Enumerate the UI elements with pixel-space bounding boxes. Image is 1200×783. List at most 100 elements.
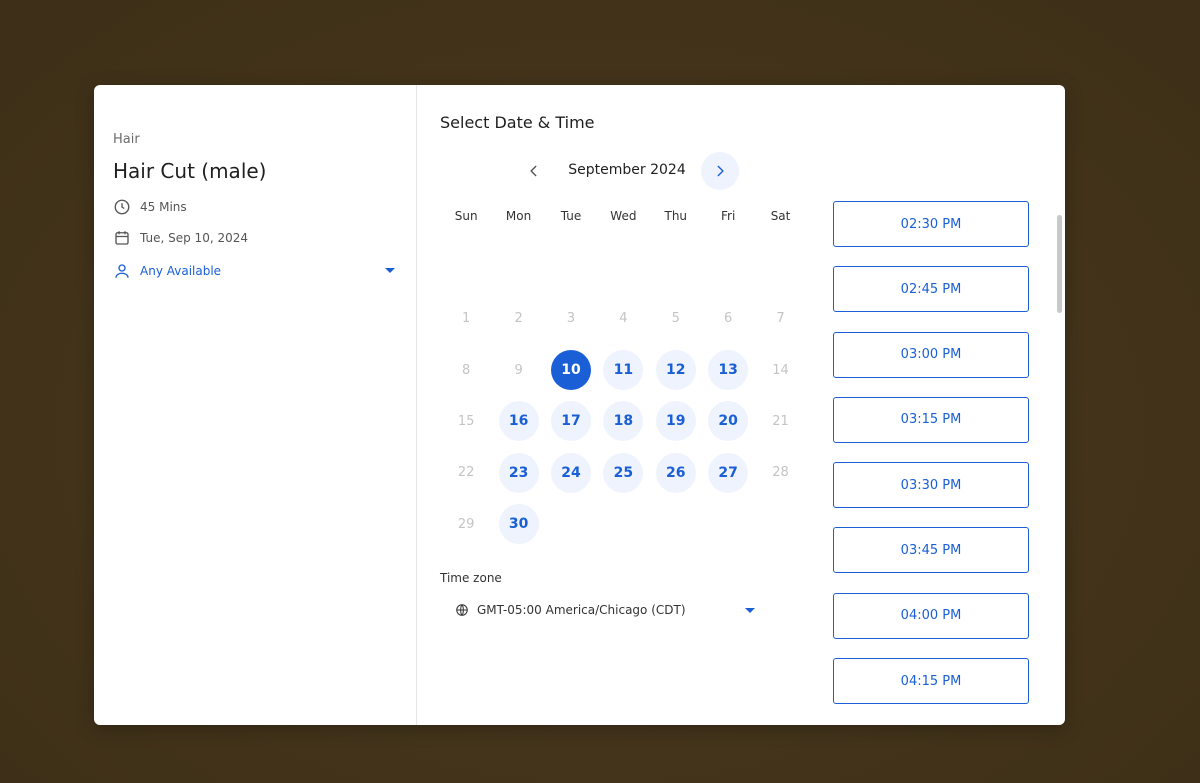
timezone-value: GMT-05:00 America/Chicago (CDT) [477, 603, 686, 617]
calendar-day[interactable]: 16 [492, 396, 544, 447]
next-month-button[interactable] [701, 152, 739, 190]
calendar-day-label: 11 [603, 350, 644, 391]
slots-scrollbar[interactable] [1057, 215, 1062, 313]
weekday-label: Wed [610, 209, 637, 223]
calendar-day-label: 26 [655, 452, 696, 493]
calendar-day: 5 [650, 293, 702, 344]
calendar-day[interactable]: 17 [545, 396, 597, 447]
calendar-day[interactable]: 19 [650, 396, 702, 447]
service-summary-panel: Hair Hair Cut (male) 45 Mins Tue, Sep 10… [94, 85, 417, 725]
calendar-day[interactable]: 11 [597, 344, 649, 395]
time-slot-button[interactable]: 03:30 PM [833, 462, 1029, 509]
calendar-day[interactable]: 12 [650, 344, 702, 395]
calendar-day[interactable]: 27 [702, 447, 754, 498]
calendar-day-label: 15 [457, 413, 475, 429]
calendar-days: 1 2 3 4 5 6 7 8 9 10 11 12 13 14 15 16 17 18 19 20 21 22 23 24 2… [440, 293, 806, 550]
calendar-day: 14 [754, 344, 806, 395]
calendar-day-label: 24 [550, 452, 591, 493]
month-navigation: September 2024 [515, 152, 741, 190]
weekday-label: Sat [770, 209, 791, 223]
calendar-day[interactable]: 30 [492, 499, 544, 550]
duration-row: 45 Mins [113, 198, 187, 216]
chevron-down-icon [385, 268, 395, 273]
time-slot-button[interactable]: 02:45 PM [833, 266, 1029, 313]
calendar-day[interactable]: 25 [597, 447, 649, 498]
calendar-day: 15 [440, 396, 492, 447]
timezone-label: Time zone [440, 571, 502, 585]
time-slot-button[interactable]: 03:00 PM [833, 331, 1029, 378]
calendar-day: 4 [597, 293, 649, 344]
service-title: Hair Cut (male) [113, 159, 267, 183]
chevron-left-icon [530, 165, 537, 177]
calendar-day-label: 21 [772, 413, 789, 429]
calendar-day[interactable]: 18 [597, 396, 649, 447]
service-category: Hair [113, 132, 140, 147]
calendar-day: 21 [754, 396, 806, 447]
time-slot-button[interactable]: 02:30 PM [833, 201, 1029, 247]
calendar-day[interactable]: 13 [702, 344, 754, 395]
time-slot-button[interactable]: 04:00 PM [833, 592, 1029, 639]
calendar-day: 22 [440, 447, 492, 498]
calendar-day[interactable]: 23 [492, 447, 544, 498]
date-text: Tue, Sep 10, 2024 [140, 231, 248, 245]
calendar-day[interactable]: 10 [545, 344, 597, 395]
calendar-day-label: 7 [776, 311, 785, 327]
calendar-day-label: 8 [462, 362, 471, 378]
calendar-day: 29 [440, 499, 492, 550]
calendar-day[interactable]: 24 [545, 447, 597, 498]
calendar-day-label: 14 [772, 362, 789, 378]
calendar-day-label: 28 [772, 465, 789, 481]
date-row: Tue, Sep 10, 2024 [113, 229, 248, 247]
timezone-select[interactable]: GMT-05:00 America/Chicago (CDT) [455, 600, 755, 620]
chevron-down-icon [745, 608, 755, 613]
duration-text: 45 Mins [140, 200, 187, 214]
calendar-day[interactable]: 26 [650, 447, 702, 498]
clock-icon [114, 199, 130, 215]
calendar-day-label: 19 [655, 401, 696, 442]
calendar-day: 1 [440, 293, 492, 344]
calendar-day: 6 [702, 293, 754, 344]
calendar-day-label: 1 [462, 311, 471, 327]
calendar-day-label: 17 [550, 401, 591, 442]
staff-select[interactable]: Any Available [113, 262, 395, 280]
time-slot-button[interactable]: 03:15 PM [833, 396, 1029, 443]
calendar-day-label: 16 [498, 401, 539, 442]
calendar-day-label: 18 [603, 401, 644, 442]
section-title: Select Date & Time [440, 113, 595, 132]
weekday-label: Tue [560, 209, 582, 223]
calendar-day-label: 9 [514, 362, 523, 378]
weekday-label: Fri [721, 209, 736, 223]
calendar-day: 3 [545, 293, 597, 344]
time-slot-button[interactable]: 04:15 PM [833, 658, 1029, 705]
weekday-header: Sun Mon Tue Wed Thu Fri Sat [440, 209, 806, 223]
calendar-day: 9 [492, 344, 544, 395]
chevron-right-icon [717, 165, 724, 177]
month-label: September 2024 [568, 162, 686, 178]
calendar-day-label: 2 [514, 311, 523, 327]
weekday-label: Sun [454, 209, 478, 223]
calendar-day-label: 12 [655, 350, 696, 391]
user-icon [115, 264, 129, 278]
calendar-day-label: 20 [708, 401, 749, 442]
booking-modal: Hair Hair Cut (male) 45 Mins Tue, Sep 10… [94, 85, 1065, 725]
calendar-day-label: 10 [550, 350, 591, 391]
calendar-day-label: 4 [619, 311, 628, 327]
calendar-day-label: 30 [498, 504, 539, 545]
prev-month-button[interactable] [515, 152, 553, 190]
calendar-icon [115, 231, 129, 245]
weekday-label: Thu [664, 209, 688, 223]
calendar-day-label: 5 [671, 311, 680, 327]
calendar-day[interactable]: 20 [702, 396, 754, 447]
staff-text: Any Available [140, 264, 222, 278]
calendar-day: 2 [492, 293, 544, 344]
calendar-day-label: 22 [457, 465, 475, 481]
time-slot-list: 02:30 PM 02:45 PM 03:00 PM 03:15 PM 03:3… [833, 201, 1031, 723]
time-slot-button[interactable]: 03:45 PM [833, 527, 1029, 574]
calendar-day-label: 29 [457, 516, 475, 532]
calendar-day: 7 [754, 293, 806, 344]
calendar-day-label: 6 [724, 311, 733, 327]
calendar-day-label: 25 [603, 452, 644, 493]
calendar-day: 8 [440, 344, 492, 395]
calendar-day-label: 13 [708, 350, 749, 391]
weekday-label: Mon [505, 209, 532, 223]
